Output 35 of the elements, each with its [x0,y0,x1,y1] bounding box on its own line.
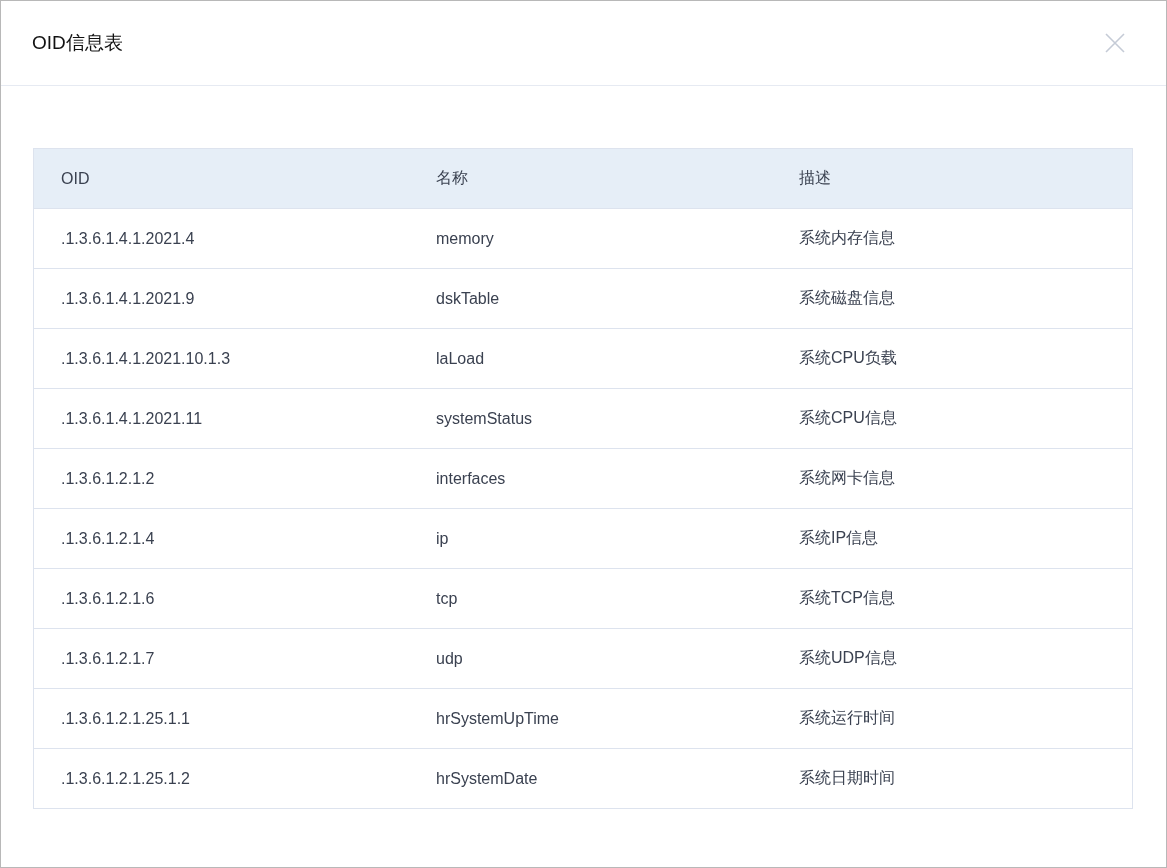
table-cell-text: ip [435,529,449,548]
table-cell-text: interfaces [435,469,506,488]
table-cell-text: .1.3.6.1.4.1.2021.10.1.3 [60,349,231,368]
table-cell-text: memory [435,229,494,248]
table-cell-text: 系统CPU信息 [798,408,897,428]
table-cell-text: 系统内存信息 [798,228,895,248]
column-header: OID [60,169,90,188]
table-cell-text: laLoad [435,349,485,368]
table-cell-text: udp [435,649,463,668]
table-cell-text: 系统日期时间 [798,768,895,788]
table-cell-text: .1.3.6.1.2.1.25.1.1 [60,709,190,728]
table-cell-text: .1.3.6.1.2.1.25.1.2 [60,769,190,788]
column-header: 名称 [435,168,468,188]
table-cell-text: .1.3.6.1.4.1.2021.4 [60,229,195,248]
table-cell-text: dskTable [435,289,500,308]
table-cell-text: .1.3.6.1.2.1.7 [60,649,155,668]
table-cell-text: .1.3.6.1.2.1.4 [60,529,155,548]
table-cell-text: .1.3.6.1.4.1.2021.11 [60,409,203,428]
table-cell-text: .1.3.6.1.2.1.2 [60,469,155,488]
table-cell-text: 系统IP信息 [798,528,879,548]
table-cell-text: hrSystemDate [435,769,538,788]
table-cell-text: .1.3.6.1.2.1.6 [60,589,155,608]
table-cell-text: 系统磁盘信息 [798,288,895,308]
table-cell-text: hrSystemUpTime [435,709,559,728]
close-icon[interactable] [1105,33,1125,53]
column-header: 描述 [798,168,831,188]
table-cell-text: systemStatus [435,409,533,428]
table-cell-text: 系统运行时间 [798,708,895,728]
dialog-title: OID信息表 [32,31,123,55]
table-cell-text: .1.3.6.1.4.1.2021.9 [60,289,195,308]
table-cell-text: 系统UDP信息 [798,648,897,668]
table-cell-text: 系统网卡信息 [798,468,895,488]
table-cell-text: 系统TCP信息 [798,588,895,608]
table-cell-text: 系统CPU负载 [798,348,897,368]
table-cell-text: tcp [435,589,458,608]
